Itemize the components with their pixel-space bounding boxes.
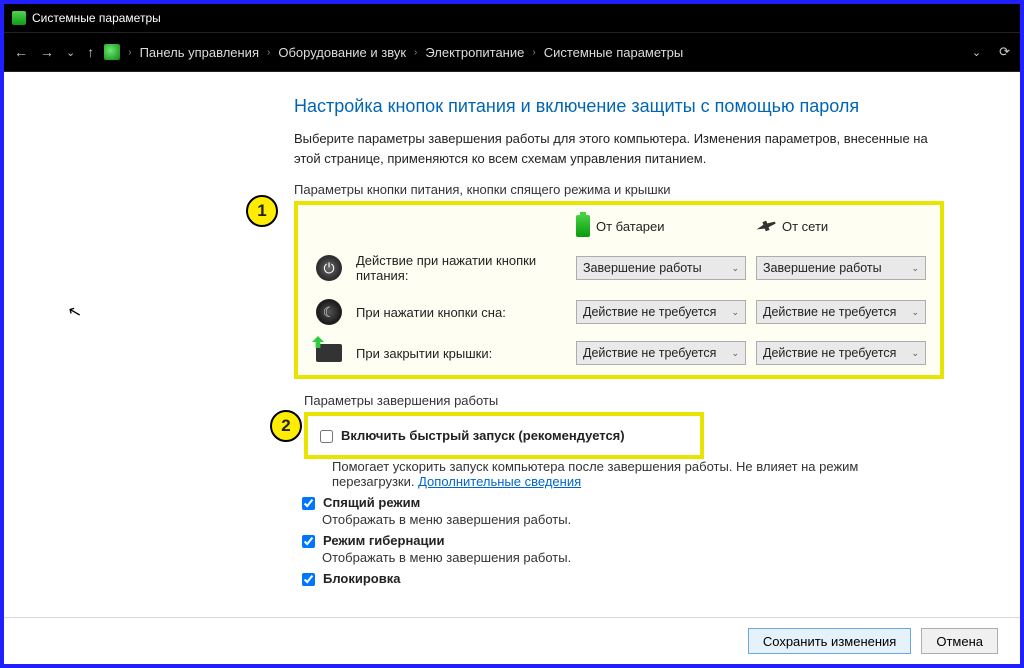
plug-icon (755, 218, 777, 234)
chevron-down-icon: ⌄ (911, 348, 919, 359)
callout-badge-2: 2 (270, 410, 302, 442)
chevron-right-icon: › (267, 47, 270, 58)
app-icon (12, 11, 26, 25)
chevron-down-icon: ⌄ (731, 263, 739, 274)
page-title: Настройка кнопок питания и включение защ… (294, 96, 990, 117)
chevron-down-icon: ⌄ (911, 307, 919, 318)
sleep-desc: Отображать в меню завершения работы. (322, 512, 902, 527)
moon-icon: ☾ (316, 299, 342, 325)
fast-start-checkbox[interactable] (320, 430, 333, 443)
breadcrumb-item[interactable]: Системные параметры (544, 45, 683, 60)
sleep-battery-select[interactable]: Действие не требуется⌄ (576, 300, 746, 324)
up-icon[interactable]: ↑ (87, 44, 94, 60)
breadcrumb-item[interactable]: Электропитание (425, 45, 524, 60)
titlebar: Системные параметры (4, 4, 1020, 32)
cursor-icon: ↖ (66, 301, 84, 324)
chevron-down-icon: ⌄ (911, 263, 919, 274)
breadcrumb[interactable]: › Панель управления › Оборудование и зву… (104, 44, 683, 60)
sleep-ac-select[interactable]: Действие не требуется⌄ (756, 300, 926, 324)
hibernate-label: Режим гибернации (323, 533, 445, 548)
chevron-right-icon: › (128, 47, 131, 58)
fast-start-box: 2 Включить быстрый запуск (рекомендуется… (304, 412, 704, 459)
refresh-icon[interactable]: ⟳ (999, 44, 1010, 60)
breadcrumb-item[interactable]: Оборудование и звук (278, 45, 406, 60)
sleep-label: Спящий режим (323, 495, 420, 510)
breadcrumb-item[interactable]: Панель управления (140, 45, 259, 60)
breadcrumb-icon (104, 44, 120, 60)
forward-icon[interactable]: → (40, 44, 54, 60)
chevron-right-icon: › (414, 47, 417, 58)
save-button[interactable]: Сохранить изменения (748, 628, 912, 654)
navbar: ← → ⌄ ↑ › Панель управления › Оборудован… (4, 32, 1020, 72)
chevron-right-icon: › (532, 47, 535, 58)
recent-chevron-icon[interactable]: ⌄ (66, 46, 75, 59)
back-icon[interactable]: ← (14, 44, 28, 60)
row-power-label: Действие при нажатии кнопки питания: (356, 253, 566, 283)
power-ac-select[interactable]: Завершение работы⌄ (756, 256, 926, 280)
lid-battery-select[interactable]: Действие не требуется⌄ (576, 341, 746, 365)
address-dropdown-icon[interactable]: ⌄ (972, 46, 981, 59)
more-info-link[interactable]: Дополнительные сведения (418, 474, 581, 489)
page-description: Выберите параметры завершения работы для… (294, 129, 954, 168)
section-buttons-label: Параметры кнопки питания, кнопки спящего… (294, 182, 990, 197)
hibernate-desc: Отображать в меню завершения работы. (322, 550, 902, 565)
row-sleep-label: При нажатии кнопки сна: (356, 305, 566, 320)
row-lid-label: При закрытии крышки: (356, 346, 566, 361)
cancel-button[interactable]: Отмена (921, 628, 998, 654)
fast-start-desc: Помогает ускорить запуск компьютера посл… (332, 459, 912, 489)
chevron-down-icon: ⌄ (731, 348, 739, 359)
battery-icon (576, 215, 590, 237)
lock-checkbox[interactable] (302, 573, 315, 586)
callout-badge-1: 1 (246, 195, 278, 227)
column-battery: От батареи (576, 215, 746, 237)
fast-start-label: Включить быстрый запуск (рекомендуется) (341, 428, 625, 443)
footer: Сохранить изменения Отмена (4, 617, 1020, 664)
lid-icon (316, 344, 342, 362)
lock-label: Блокировка (323, 571, 400, 586)
power-icon: ⏻ (316, 255, 342, 281)
lid-ac-select[interactable]: Действие не требуется⌄ (756, 341, 926, 365)
hibernate-checkbox[interactable] (302, 535, 315, 548)
chevron-down-icon: ⌄ (731, 307, 739, 318)
button-settings-box: 1 От батареи От сети ⏻ Действие при нажа… (294, 201, 944, 379)
column-ac: От сети (756, 219, 926, 234)
window-title: Системные параметры (32, 11, 161, 25)
sleep-checkbox[interactable] (302, 497, 315, 510)
section-shutdown-label: Параметры завершения работы (304, 393, 990, 408)
power-battery-select[interactable]: Завершение работы⌄ (576, 256, 746, 280)
